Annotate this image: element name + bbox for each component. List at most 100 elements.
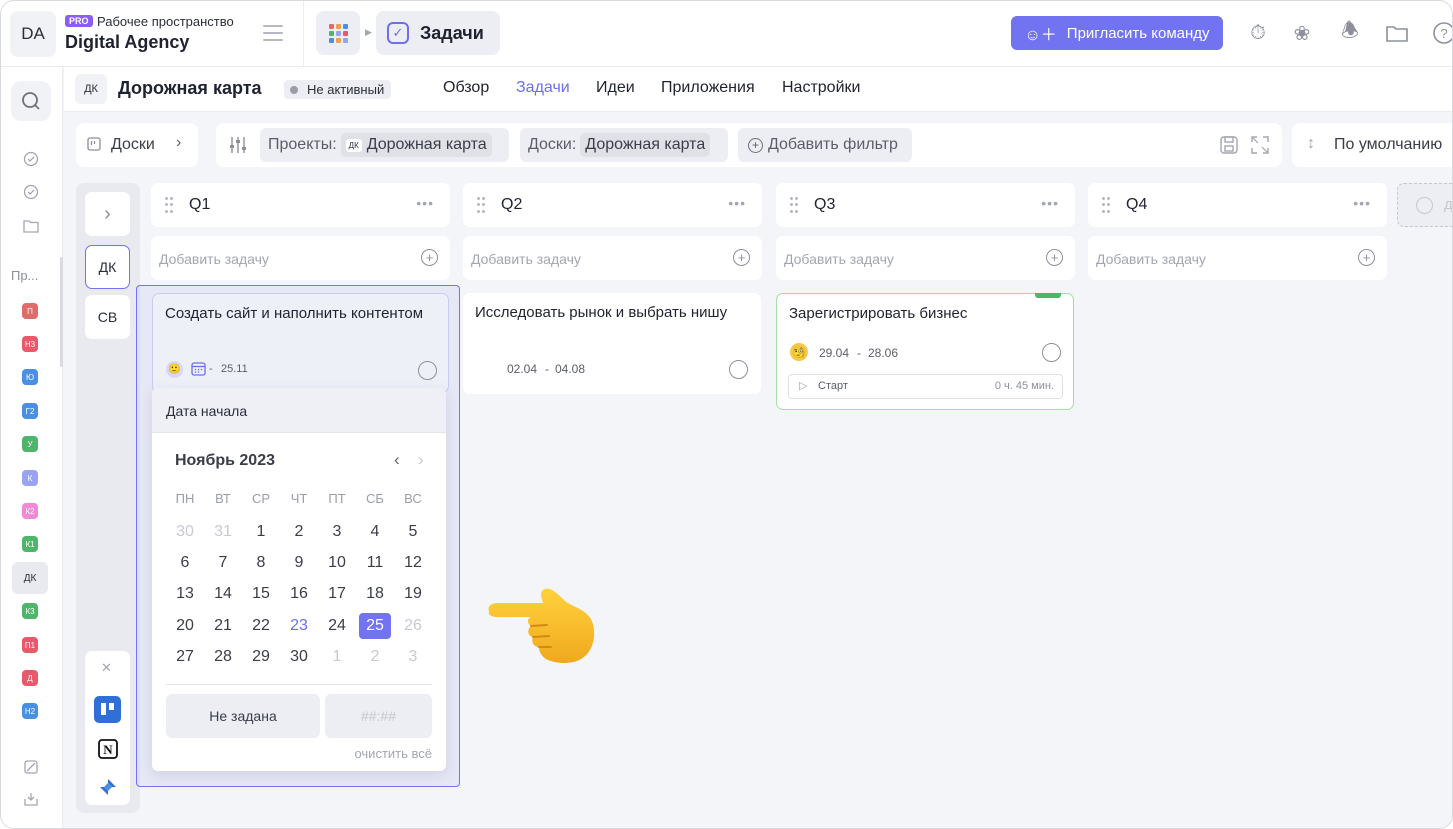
- sort-dropdown[interactable]: ↕ По умолчанию: [1292, 123, 1452, 167]
- folder-icon[interactable]: [1384, 20, 1410, 46]
- search-icon[interactable]: [11, 81, 51, 121]
- workspace-name[interactable]: Digital Agency: [65, 32, 189, 53]
- calendar-day[interactable]: 15: [245, 581, 277, 607]
- column-header[interactable]: Q3 •••: [776, 183, 1075, 227]
- boards-filter-chip[interactable]: Доски: Дорожная карта: [520, 128, 728, 162]
- complete-task-checkbox[interactable]: [1042, 343, 1061, 362]
- rail-project-item[interactable]: К2: [22, 503, 38, 519]
- tab-apps[interactable]: Приложения: [661, 79, 755, 97]
- rail-project-item[interactable]: Н3: [22, 336, 38, 352]
- bell-icon[interactable]: 🕭: [1337, 20, 1363, 46]
- drag-handle-icon[interactable]: [790, 197, 798, 213]
- calendar-day[interactable]: 1: [245, 519, 277, 545]
- calendar-day[interactable]: 3: [397, 644, 429, 670]
- calendar-day[interactable]: 25: [359, 613, 391, 639]
- save-view-icon[interactable]: [1219, 135, 1239, 160]
- add-filter-button[interactable]: + Добавить фильтр: [738, 128, 912, 162]
- filter-sliders-icon[interactable]: [228, 135, 248, 160]
- column-header[interactable]: Q1 •••: [151, 183, 450, 227]
- start-date[interactable]: 29.04: [819, 346, 849, 360]
- more-icon[interactable]: •••: [416, 195, 434, 211]
- calendar-day[interactable]: 14: [207, 581, 239, 607]
- calendar-day[interactable]: 18: [359, 581, 391, 607]
- drag-handle-icon[interactable]: [1102, 197, 1110, 213]
- time-input[interactable]: ##:##: [325, 694, 432, 738]
- time-tracker[interactable]: ▷ Старт 0 ч. 45 мин.: [788, 374, 1063, 399]
- folder-icon[interactable]: [19, 214, 43, 238]
- calendar-day[interactable]: 20: [169, 613, 201, 639]
- calendar-day[interactable]: 8: [245, 550, 277, 576]
- invite-team-button[interactable]: ☺＋ Пригласить команду: [1011, 16, 1223, 50]
- rail-project-item[interactable]: У: [22, 436, 38, 452]
- rail-project-item[interactable]: Н2: [22, 703, 38, 719]
- rail-project-item[interactable]: П1: [22, 637, 38, 653]
- add-task-input[interactable]: Добавить задачу +: [463, 236, 762, 280]
- column-header[interactable]: Q4 •••: [1088, 183, 1387, 227]
- calendar-day[interactable]: 17: [321, 581, 353, 607]
- add-task-input[interactable]: Добавить задачу +: [1088, 236, 1387, 280]
- more-icon[interactable]: •••: [1353, 195, 1371, 211]
- clear-all-link[interactable]: очистить всё: [354, 746, 432, 761]
- avatar[interactable]: 🙂: [166, 361, 183, 378]
- drag-handle-icon[interactable]: [477, 197, 485, 213]
- due-date[interactable]: 04.08: [555, 362, 585, 376]
- more-icon[interactable]: •••: [1041, 195, 1059, 211]
- task-card[interactable]: Создать сайт и наполнить контентом 🙂 - 2…: [152, 293, 449, 393]
- start-date[interactable]: 02.04: [507, 362, 537, 376]
- board-item-active[interactable]: ДК: [85, 245, 130, 289]
- add-circle-icon[interactable]: +: [1358, 249, 1375, 266]
- calendar-day[interactable]: 13: [169, 581, 201, 607]
- calendar-day[interactable]: 12: [397, 550, 429, 576]
- calendar-day[interactable]: 19: [397, 581, 429, 607]
- project-title[interactable]: Дорожная карта: [118, 78, 262, 99]
- chevron-left-icon[interactable]: ‹: [394, 450, 400, 470]
- notion-icon[interactable]: N: [94, 735, 121, 762]
- calendar-day[interactable]: 21: [207, 613, 239, 639]
- calendar-day[interactable]: 31: [207, 519, 239, 545]
- projects-filter-chip[interactable]: Проекты: ДК Дорожная карта: [260, 128, 509, 162]
- expand-boards-button[interactable]: ›: [85, 192, 130, 236]
- calendar-day[interactable]: 5: [397, 519, 429, 545]
- inbox-icon[interactable]: [19, 787, 43, 811]
- calendar-day[interactable]: 29: [245, 644, 277, 670]
- timer-icon[interactable]: ⏱: [1245, 20, 1271, 46]
- rail-project-item[interactable]: Г2: [22, 403, 38, 419]
- column-header[interactable]: Q2 •••: [463, 183, 762, 227]
- calendar-day[interactable]: 10: [321, 550, 353, 576]
- due-date[interactable]: 25.11: [221, 363, 248, 375]
- board-item[interactable]: СВ: [85, 295, 130, 339]
- calendar-day[interactable]: 2: [359, 644, 391, 670]
- calendar-day[interactable]: 9: [283, 550, 315, 576]
- calendar-day[interactable]: 1: [321, 644, 353, 670]
- rail-project-item[interactable]: П: [22, 303, 38, 319]
- rail-project-item-active[interactable]: ДК: [12, 562, 48, 594]
- add-circle-icon[interactable]: +: [421, 249, 438, 266]
- lotus-icon[interactable]: ❀: [1289, 20, 1315, 46]
- calendar-day[interactable]: 23: [283, 613, 315, 639]
- trello-icon[interactable]: [94, 696, 121, 723]
- calendar-day[interactable]: 30: [169, 519, 201, 545]
- calendar-day[interactable]: 27: [169, 644, 201, 670]
- play-icon[interactable]: ▷: [799, 379, 807, 392]
- expand-icon[interactable]: [1250, 135, 1270, 160]
- calendar-day[interactable]: 3: [321, 519, 353, 545]
- tab-settings[interactable]: Настройки: [782, 79, 860, 97]
- tab-tasks[interactable]: Задачи: [516, 79, 570, 97]
- rail-project-item[interactable]: Ю: [22, 369, 38, 385]
- calendar-day[interactable]: 30: [283, 644, 315, 670]
- due-date[interactable]: 28.06: [868, 346, 898, 360]
- check-circle-icon[interactable]: [19, 180, 43, 204]
- calendar-day[interactable]: 16: [283, 581, 315, 607]
- workspace-avatar[interactable]: DA: [10, 11, 56, 57]
- add-circle-icon[interactable]: +: [733, 249, 750, 266]
- tab-overview[interactable]: Обзор: [443, 79, 489, 97]
- calendar-day[interactable]: 4: [359, 519, 391, 545]
- calendar-day[interactable]: 7: [207, 550, 239, 576]
- calendar-day[interactable]: 6: [169, 550, 201, 576]
- calendar-day[interactable]: 22: [245, 613, 277, 639]
- boards-toggle[interactable]: Доски ›: [76, 123, 198, 167]
- rail-scrollbar[interactable]: [60, 257, 63, 367]
- complete-task-checkbox[interactable]: [729, 360, 748, 379]
- calendar-icon[interactable]: [191, 361, 206, 381]
- task-card[interactable]: Зарегистрировать бизнес 🧐 29.04 - 28.06 …: [776, 293, 1074, 410]
